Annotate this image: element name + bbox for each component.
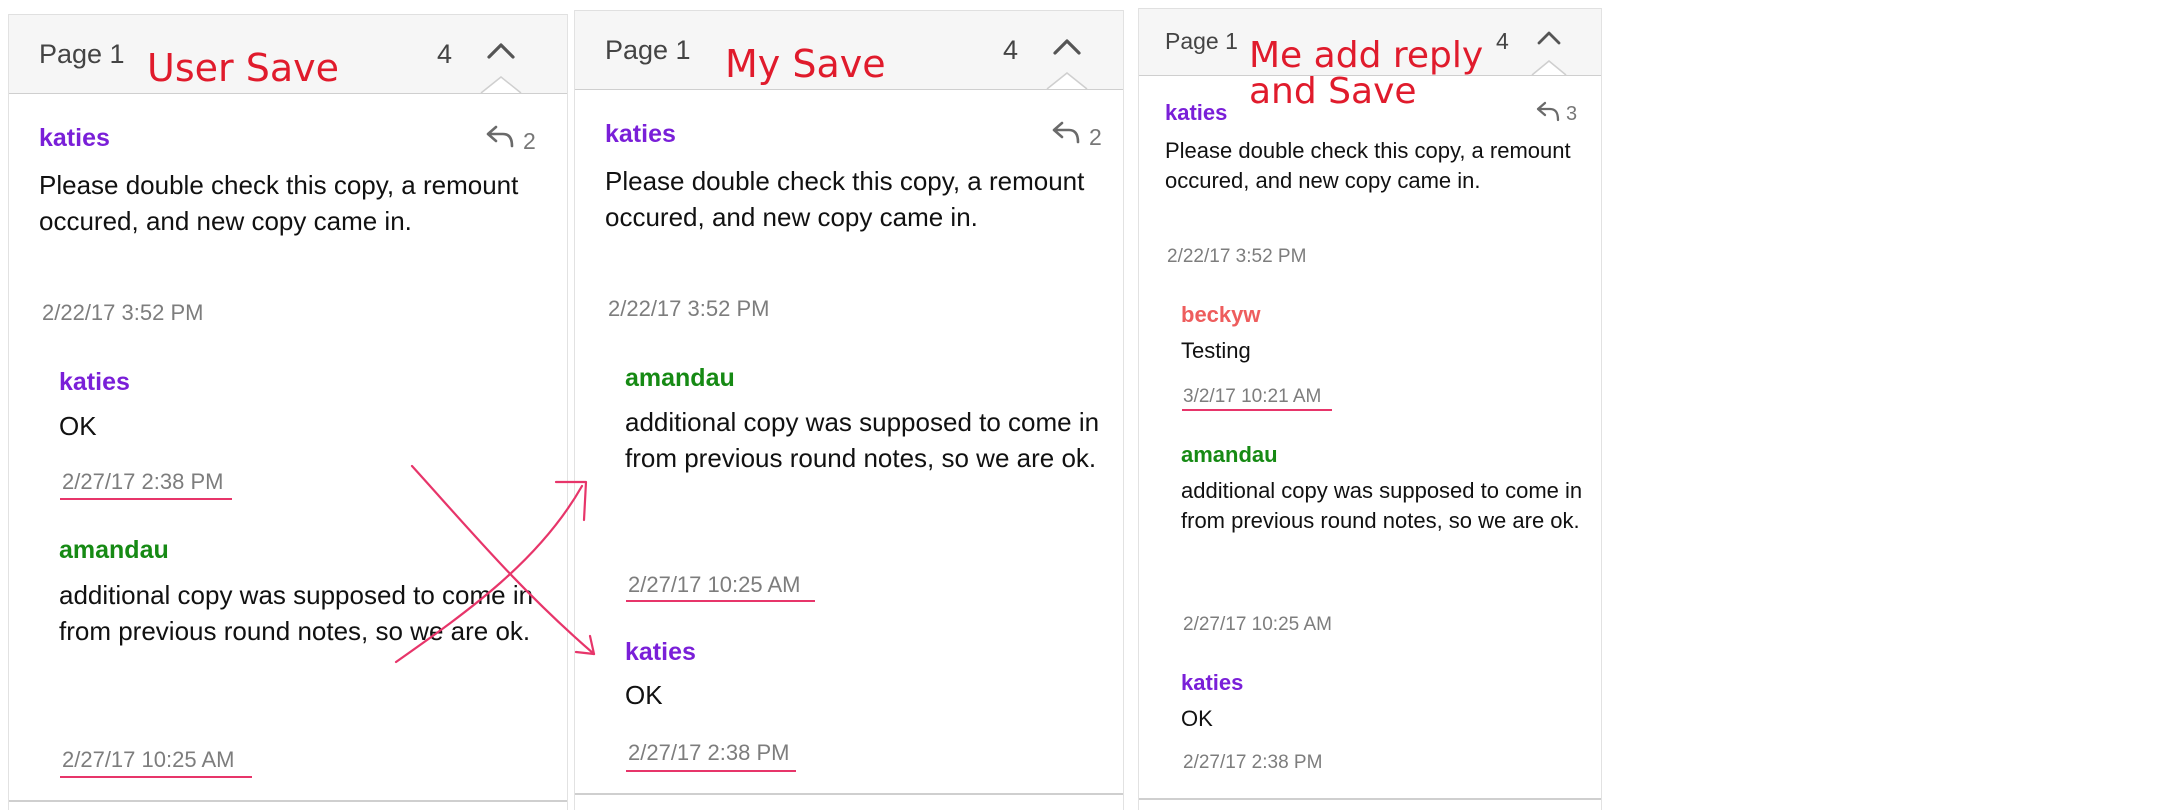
annotation-label-line1: Me add reply: [1249, 35, 1484, 76]
reply-author: beckyw: [1181, 302, 1261, 327]
timestamp-underline: [60, 776, 252, 778]
reply-text: additional copy was supposed to come in …: [1181, 478, 1583, 534]
header-notch: [1046, 72, 1088, 90]
reply-author: amandau: [625, 364, 735, 392]
reply-arrow-icon[interactable]: [485, 124, 515, 148]
reply-author: amandau: [1181, 442, 1278, 467]
reply-count: 2: [1089, 124, 1102, 150]
reply-text: Testing: [1181, 338, 1251, 363]
comment-author: katies: [1165, 100, 1228, 125]
comment-panel-user-save: Page 1 4 User Save katies 2 Please doubl…: [8, 14, 568, 810]
comment-text: Please double check this copy, a remount…: [605, 166, 1085, 232]
comment-count: 4: [437, 39, 453, 69]
reply-author: amandau: [59, 536, 169, 564]
comment-timestamp: 2/22/17 3:52 PM: [608, 296, 770, 321]
comment-panel-add-reply: Page 1 4 Me add reply and Save katies 3 …: [1138, 8, 1602, 810]
panel-bottom-border: [1139, 798, 1601, 800]
panel-bottom-border: [9, 800, 567, 802]
reply-text: OK: [59, 411, 97, 441]
chevron-up-icon[interactable]: [1535, 29, 1563, 47]
reply-text: OK: [1181, 706, 1213, 731]
reply-text: additional copy was supposed to come in …: [625, 407, 1100, 473]
chevron-up-icon[interactable]: [485, 41, 517, 61]
reply-arrow-icon[interactable]: [1051, 120, 1081, 144]
comment-count: 4: [1496, 28, 1509, 54]
reply-text: OK: [625, 680, 663, 710]
reply-text: additional copy was supposed to come in …: [59, 580, 534, 646]
comment-author: katies: [39, 124, 110, 152]
panel-bottom-border: [575, 793, 1123, 795]
reply-timestamp: 2/27/17 10:25 AM: [1183, 614, 1332, 635]
reply-timestamp: 2/27/17 2:38 PM: [1183, 752, 1323, 773]
annotation-label: User Save: [147, 46, 339, 90]
annotation-label-line2: and Save: [1249, 71, 1417, 112]
page-label: Page 1: [1165, 28, 1238, 54]
header-notch: [480, 76, 522, 94]
chevron-up-icon[interactable]: [1051, 37, 1083, 57]
header-notch: [1531, 60, 1567, 76]
timestamp-underline: [60, 498, 232, 500]
timestamp-underline: [626, 600, 815, 602]
page-label: Page 1: [39, 39, 125, 69]
reply-timestamp: 2/27/17 2:38 PM: [628, 740, 790, 765]
timestamp-underline: [1182, 409, 1332, 411]
reply-count: 2: [523, 128, 536, 154]
comment-timestamp: 2/22/17 3:52 PM: [1167, 246, 1307, 267]
reply-author: katies: [1181, 670, 1244, 695]
reply-count: 3: [1566, 103, 1578, 125]
reply-timestamp: 3/2/17 10:21 AM: [1183, 386, 1322, 407]
comment-count: 4: [1003, 35, 1019, 65]
comment-author: katies: [605, 120, 676, 148]
reply-timestamp: 2/27/17 2:38 PM: [62, 469, 224, 494]
reply-author: katies: [625, 638, 696, 666]
reply-timestamp: 2/27/17 10:25 AM: [628, 572, 801, 597]
comment-text: Please double check this copy, a remount…: [39, 170, 519, 236]
reply-arrow-icon[interactable]: [1535, 100, 1561, 122]
annotation-label: My Save: [725, 42, 886, 86]
reply-timestamp: 2/27/17 10:25 AM: [62, 747, 235, 772]
comment-panel-my-save: Page 1 4 My Save katies 2 Please double …: [574, 10, 1124, 810]
timestamp-underline: [626, 770, 796, 772]
page-label: Page 1: [605, 35, 691, 65]
reply-author: katies: [59, 368, 130, 396]
comment-timestamp: 2/22/17 3:52 PM: [42, 300, 204, 325]
comment-text: Please double check this copy, a remount…: [1165, 138, 1571, 194]
